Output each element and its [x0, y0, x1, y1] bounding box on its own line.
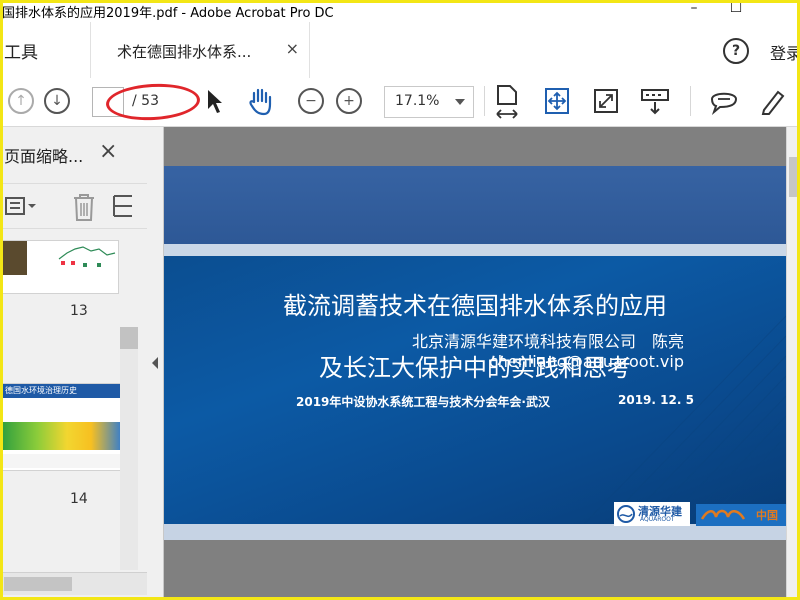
thumbnail-header-text: 德国水环境治理历史 — [5, 386, 77, 395]
tab-document-label: 术在德国排水体系... — [117, 43, 252, 61]
thumbnail-label-14: 14 — [70, 491, 88, 507]
slide-light-band — [164, 244, 786, 256]
thumbnail-header-bar: 德国水环境治理历史 — [1, 384, 121, 398]
maximize-button[interactable]: ☐ — [724, 0, 748, 16]
thumbnail-page-13[interactable] — [0, 240, 119, 294]
thumbnail-mini-chart — [58, 246, 116, 267]
aquaroot-logo-mark — [617, 505, 635, 523]
page-thumbnails-panel: 页面缩略... × 13 德国水环境治理历史 14 — [0, 127, 148, 600]
tab-close-icon[interactable]: × — [286, 39, 299, 58]
insert-pages-icon[interactable] — [112, 192, 134, 222]
thumbnail-gradient-band — [1, 422, 121, 450]
minimize-button[interactable]: – — [682, 0, 706, 16]
partner-logo-mark — [700, 509, 746, 520]
slide-conference: 2019年中设协水系统工程与技术分会年会·武汉 — [296, 395, 550, 409]
next-page-icon[interactable]: ↓ — [44, 88, 70, 114]
tab-document[interactable]: 术在德国排水体系... × — [90, 22, 310, 78]
slide-top-band — [164, 166, 786, 244]
select-arrow-icon[interactable] — [204, 87, 224, 115]
fit-page-icon[interactable] — [543, 86, 571, 116]
window-titlebar: 国排水体系的应用2019年.pdf - Adobe Acrobat Pro DC… — [0, 0, 800, 22]
thumbnail-scrollbar[interactable] — [120, 327, 138, 570]
panel-title: 页面缩略... — [4, 147, 84, 166]
hand-tool-icon[interactable] — [246, 86, 276, 116]
thumbnail-page-14[interactable]: 德国水环境治理历史 — [0, 383, 122, 471]
partner-logo: 中国 — [696, 504, 786, 526]
highlight-pen-icon[interactable] — [758, 86, 788, 116]
panel-toolbar — [0, 183, 147, 229]
slide-bottom-band — [164, 524, 786, 540]
fit-width-icon[interactable] — [494, 84, 520, 120]
slide-main-area: 截流调蓄技术在德国排水体系的应用 及长江大保护中的实践和思考 — [164, 256, 786, 524]
window-title: 国排水体系的应用2019年.pdf - Adobe Acrobat Pro DC — [2, 6, 334, 21]
keyboard-scroll-icon[interactable] — [640, 86, 670, 116]
panel-collapse-strip[interactable] — [147, 127, 164, 600]
document-scrollbar-thumb[interactable] — [789, 157, 799, 197]
thumbnail-photo — [1, 241, 27, 275]
thumbnail-footer — [1, 454, 121, 468]
zoom-in-icon[interactable]: + — [336, 88, 362, 114]
full-screen-icon[interactable] — [592, 87, 620, 115]
thumbnail-scrollbar-thumb[interactable] — [120, 327, 138, 349]
chevron-down-icon — [455, 99, 465, 105]
comment-icon[interactable] — [708, 87, 740, 115]
aquaroot-logo-subtext: AQUAROOT — [640, 516, 675, 523]
slide-title-line-2: 及长江大保护中的实践和思考 — [319, 354, 631, 382]
tab-tools[interactable]: 工具 — [4, 38, 38, 63]
hscroll-thumb[interactable] — [4, 577, 72, 591]
partner-logo-text: 中国 — [756, 509, 778, 522]
zoom-out-icon[interactable]: − — [298, 88, 324, 114]
thumbnail-label-13: 13 — [70, 303, 88, 319]
slide-title-line-1: 截流调蓄技术在德国排水体系的应用 — [283, 292, 667, 320]
aquaroot-logo: 清源华建 AQUAROOT — [614, 502, 690, 526]
collapse-panel-icon[interactable] — [150, 355, 160, 371]
zoom-value: 17.1% — [395, 93, 440, 109]
options-menu-icon[interactable] — [4, 194, 38, 218]
slide-date: 2019. 12. 5 — [618, 393, 694, 407]
previous-page-icon[interactable]: ↑ — [8, 88, 34, 114]
login-link[interactable]: 登录 — [770, 40, 800, 64]
trash-icon[interactable] — [70, 192, 98, 222]
main-toolbar: ↑ ↓ / 53 − + 17.1% — [0, 78, 800, 127]
panel-close-icon[interactable]: × — [99, 139, 117, 164]
panel-horizontal-scrollbar[interactable] — [0, 572, 147, 595]
slide-organization: 北京清源华建环境科技有限公司 陈亮 — [411, 332, 684, 351]
zoom-select[interactable]: 17.1% — [384, 86, 474, 118]
help-icon[interactable]: ? — [723, 38, 749, 64]
pdf-slide: 截流调蓄技术在德国排水体系的应用 及长江大保护中的实践和思考 北京清源华建环境科… — [164, 166, 786, 540]
slide-email: chenliang@aquaroot.vip — [488, 352, 684, 371]
tab-bar: 工具 术在德国排水体系... × ? 登录 — [0, 22, 800, 79]
toolbar-divider — [690, 86, 691, 116]
document-scrollbar[interactable] — [786, 127, 800, 600]
toolbar-divider — [484, 86, 485, 116]
